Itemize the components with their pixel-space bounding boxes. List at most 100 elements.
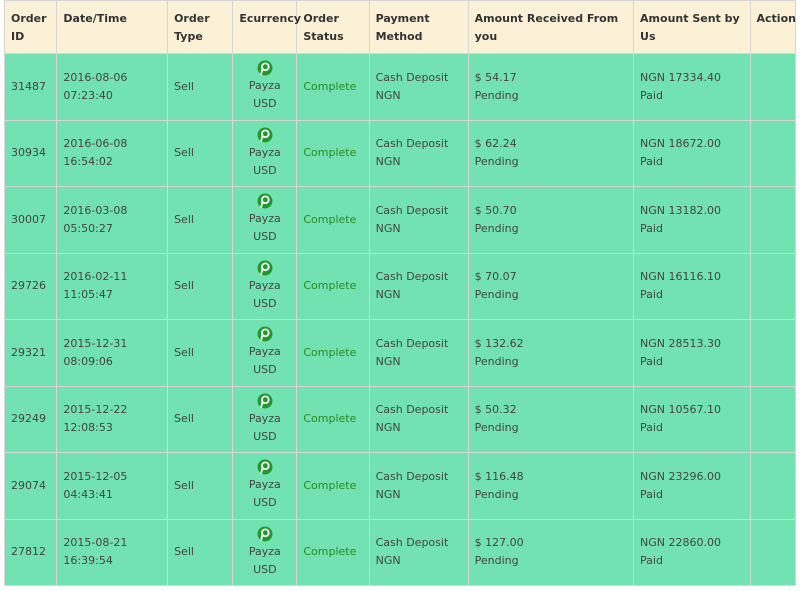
sent-amount: NGN 18672.00 (640, 137, 721, 151)
received-amount: $ 54.17 (474, 70, 517, 84)
payza-icon (257, 459, 273, 475)
date-time-cell: 2016-03-08 05:50:27 (56, 186, 169, 254)
order-status-cell: Complete (296, 452, 370, 520)
ecurrency-cell: Payza USD (232, 119, 298, 187)
payment-method-cell: Cash Deposit NGN (368, 452, 469, 520)
table-row: 29249 2015-12-22 12:08:53 Sell Payza USD… (3, 385, 797, 453)
order-id-cell: 31487 (3, 53, 58, 121)
order-type: Sell (174, 279, 194, 293)
date-time-cell: 2015-12-31 08:09:06 (56, 319, 169, 387)
ecurrency-code: USD (253, 230, 277, 244)
header-amount-received: Amount Received From you (467, 0, 635, 54)
order-status-cell: Complete (296, 319, 370, 387)
order-time: 16:54:02 (63, 155, 113, 169)
order-date: 2015-12-05 (63, 469, 128, 483)
payment-method: Cash Deposit (375, 270, 449, 284)
ecurrency-code: USD (253, 363, 277, 377)
payment-currency: NGN (375, 554, 401, 568)
amount-received-cell: $ 62.24 Pending (467, 119, 635, 187)
order-id: 29321 (11, 345, 46, 359)
action-cell (749, 252, 797, 320)
payza-icon (257, 127, 273, 143)
action-cell (749, 452, 797, 520)
order-status-cell: Complete (296, 518, 370, 586)
date-time-cell: 2016-06-08 16:54:02 (56, 119, 169, 187)
received-status: Pending (474, 487, 519, 501)
action-cell (749, 518, 797, 586)
header-order-id: Order ID (3, 0, 58, 54)
payment-method-cell: Cash Deposit NGN (368, 252, 469, 320)
sent-status: Paid (640, 155, 663, 169)
header-amount-sent: Amount Sent by Us (633, 0, 751, 54)
payment-method: Cash Deposit (375, 137, 449, 151)
table-row: 29321 2015-12-31 08:09:06 Sell Payza USD… (3, 319, 797, 387)
received-amount: $ 127.00 (474, 536, 524, 550)
ecurrency-code: USD (253, 562, 277, 576)
payment-currency: NGN (375, 288, 401, 302)
table-body: 31487 2016-08-06 07:23:40 Sell Payza USD… (3, 53, 797, 586)
action-cell (749, 319, 797, 387)
payment-method: Cash Deposit (375, 536, 449, 550)
table-header-row: Order ID Date/Time Order Type Ecurrency … (3, 0, 797, 54)
order-time: 11:05:47 (63, 288, 113, 302)
ecurrency-name: Payza (248, 478, 281, 492)
status-badge: Complete (303, 279, 357, 293)
status-badge: Complete (303, 345, 357, 359)
order-status-cell: Complete (296, 186, 370, 254)
action-cell (749, 53, 797, 121)
order-status-cell: Complete (296, 53, 370, 121)
sent-status: Paid (640, 354, 663, 368)
amount-sent-cell: NGN 23296.00 Paid (633, 452, 751, 520)
sent-status: Paid (640, 88, 663, 102)
payza-icon (257, 260, 273, 276)
order-id: 29726 (11, 279, 46, 293)
received-status: Pending (474, 155, 519, 169)
table-row: 30934 2016-06-08 16:54:02 Sell Payza USD… (3, 119, 797, 187)
action-cell (749, 186, 797, 254)
payment-currency: NGN (375, 421, 401, 435)
order-date: 2016-08-06 (63, 70, 128, 84)
status-badge: Complete (303, 79, 357, 93)
order-id-cell: 29249 (3, 385, 58, 453)
received-amount: $ 62.24 (474, 137, 517, 151)
action-cell (749, 385, 797, 453)
payment-method: Cash Deposit (375, 336, 449, 350)
order-time: 12:08:53 (63, 421, 113, 435)
order-type-cell: Sell (167, 385, 234, 453)
amount-received-cell: $ 116.48 Pending (467, 452, 635, 520)
payment-method-cell: Cash Deposit NGN (368, 518, 469, 586)
ecurrency-code: USD (253, 296, 277, 310)
order-id: 27812 (11, 545, 46, 559)
header-order-status: Order Status (296, 0, 370, 54)
status-badge: Complete (303, 146, 357, 160)
order-id-cell: 30934 (3, 119, 58, 187)
ecurrency-code: USD (253, 429, 277, 443)
ecurrency-name: Payza (248, 212, 281, 226)
status-badge: Complete (303, 212, 357, 226)
sent-status: Paid (640, 487, 663, 501)
payment-currency: NGN (375, 221, 401, 235)
ecurrency-name: Payza (248, 411, 281, 425)
status-badge: Complete (303, 545, 357, 559)
order-id: 30007 (11, 212, 46, 226)
received-status: Pending (474, 221, 519, 235)
order-time: 05:50:27 (63, 221, 113, 235)
ecurrency-code: USD (253, 97, 277, 111)
sent-status: Paid (640, 421, 663, 435)
sent-amount: NGN 22860.00 (640, 536, 721, 550)
amount-sent-cell: NGN 13182.00 Paid (633, 186, 751, 254)
amount-sent-cell: NGN 28513.30 Paid (633, 319, 751, 387)
ecurrency-cell: Payza USD (232, 452, 298, 520)
date-time-cell: 2016-08-06 07:23:40 (56, 53, 169, 121)
amount-received-cell: $ 70.07 Pending (467, 252, 635, 320)
ecurrency-cell: Payza USD (232, 252, 298, 320)
date-time-cell: 2015-12-05 04:43:41 (56, 452, 169, 520)
date-time-cell: 2016-02-11 11:05:47 (56, 252, 169, 320)
ecurrency-code: USD (253, 163, 277, 177)
payment-method: Cash Deposit (375, 203, 449, 217)
sent-amount: NGN 13182.00 (640, 203, 721, 217)
received-amount: $ 116.48 (474, 469, 524, 483)
order-time: 16:39:54 (63, 554, 113, 568)
order-status-cell: Complete (296, 385, 370, 453)
header-date-time: Date/Time (56, 0, 169, 54)
